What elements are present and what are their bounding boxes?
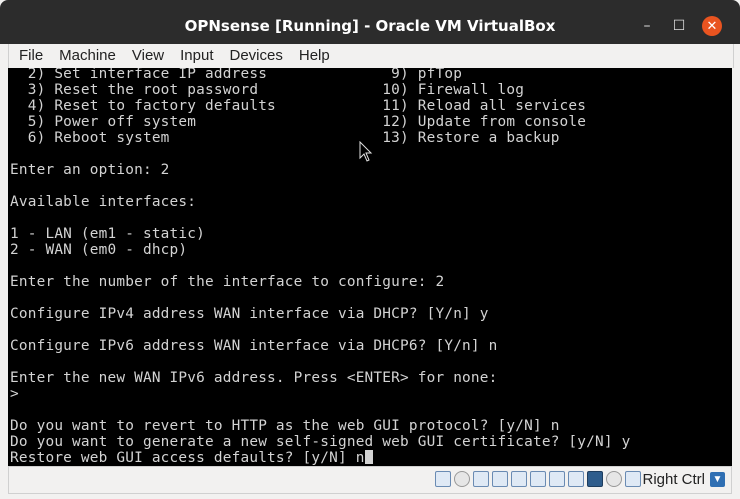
audio-icon[interactable] <box>473 471 489 487</box>
shared-folders-icon[interactable] <box>530 471 546 487</box>
console-line: Enter the number of the interface to con… <box>10 274 445 290</box>
virtualbox-window: OPNsense [Running] - Oracle VM VirtualBo… <box>0 0 740 499</box>
console-line: Configure IPv6 address WAN interface via… <box>10 338 498 354</box>
vm-console-screen[interactable]: 2) Set interface IP address 9) pfTop 3) … <box>8 68 732 466</box>
status-bar: Right Ctrl ▼ <box>8 466 732 494</box>
console-line: 4) Reset to factory defaults 11) Reload … <box>10 98 587 114</box>
console-line: 3) Reset the root password 10) Firewall … <box>10 82 525 98</box>
status-icons <box>435 471 641 489</box>
console-line: Enter the new WAN IPv6 address. Press <E… <box>10 370 498 386</box>
cpu-icon[interactable] <box>606 471 622 487</box>
console-line: 2) Set interface IP address 9) pfTop <box>10 68 463 82</box>
menu-help[interactable]: Help <box>293 44 336 68</box>
menu-file[interactable]: File <box>13 44 49 68</box>
mouse-integration-icon[interactable] <box>625 471 641 487</box>
usb-icon[interactable] <box>511 471 527 487</box>
mouse-pointer-icon <box>359 141 373 162</box>
display-icon[interactable] <box>549 471 565 487</box>
video-capture-icon[interactable] <box>568 471 584 487</box>
host-key-label: Right Ctrl <box>642 471 705 488</box>
console-line: Restore web GUI access defaults? [y/N] n <box>10 450 365 466</box>
menu-machine[interactable]: Machine <box>53 44 122 68</box>
host-key-indicator[interactable]: Right Ctrl ▼ <box>642 471 725 489</box>
menu-bar: File Machine View Input Devices Help <box>8 44 734 68</box>
console-line-current: Restore web GUI access defaults? [y/N] n <box>10 450 373 466</box>
menu-devices[interactable]: Devices <box>224 44 289 68</box>
optical-drive-icon[interactable] <box>454 471 470 487</box>
console-line: 1 - LAN (em1 - static) <box>10 226 206 242</box>
console-line: Available interfaces: <box>10 194 197 210</box>
close-button[interactable]: ✕ <box>702 16 722 36</box>
console-line: Configure IPv4 address WAN interface via… <box>10 306 489 322</box>
network-icon[interactable] <box>492 471 508 487</box>
window-title: OPNsense [Running] - Oracle VM VirtualBo… <box>184 17 556 35</box>
console-line: Do you want to revert to HTTP as the web… <box>10 418 560 434</box>
console-line: 2 - WAN (em0 - dhcp) <box>10 242 188 258</box>
menu-view[interactable]: View <box>126 44 170 68</box>
hard-disk-icon[interactable] <box>435 471 451 487</box>
menu-input[interactable]: Input <box>174 44 219 68</box>
console-line: 6) Reboot system 13) Restore a backup <box>10 130 560 146</box>
text-cursor <box>364 450 373 464</box>
title-bar[interactable]: OPNsense [Running] - Oracle VM VirtualBo… <box>0 0 740 44</box>
recording-icon[interactable] <box>587 471 603 487</box>
keyboard-icon: ▼ <box>710 472 725 487</box>
minimize-button[interactable]: – <box>637 16 657 36</box>
maximize-button[interactable]: ☐ <box>669 16 689 36</box>
console-line: Enter an option: 2 <box>10 162 170 178</box>
console-line: > <box>10 386 19 402</box>
console-line: 5) Power off system 12) Update from cons… <box>10 114 587 130</box>
console-line: Do you want to generate a new self-signe… <box>10 434 631 450</box>
